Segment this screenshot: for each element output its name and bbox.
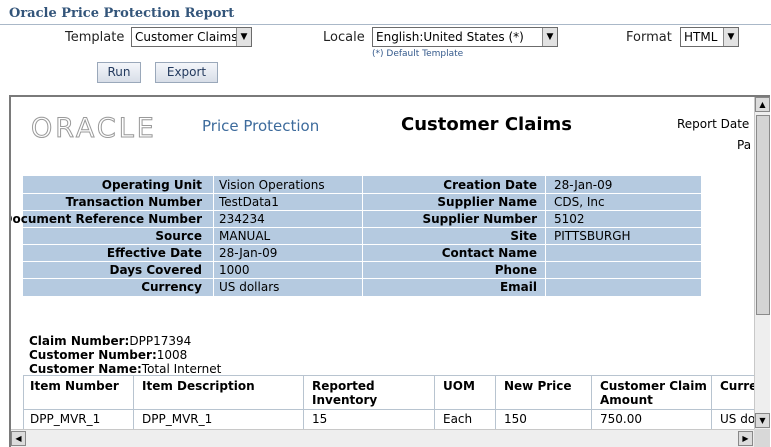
horizontal-scrollbar[interactable]: ◀ ▶ xyxy=(11,429,754,447)
report-frame[interactable]: ORACLE Price Protection Customer Claims … xyxy=(9,95,770,447)
claim-number-value: DPP17394 xyxy=(129,334,192,348)
title-divider xyxy=(0,24,771,25)
claim-header-table: Operating Unit Vision Operations Transac… xyxy=(11,176,702,296)
default-template-hint: (*) Default Template xyxy=(372,49,464,59)
table-cell-item-number: DPP_MVR_1 xyxy=(30,412,101,426)
table-cell-uom: Each xyxy=(443,412,473,426)
supplier-name-value: CDS, Inc xyxy=(554,195,605,209)
currency-value: US dollars xyxy=(219,280,280,294)
col-header-item-number: Item Number xyxy=(30,379,119,393)
report-name: Customer Claims xyxy=(401,114,572,135)
chevron-down-icon: ▼ xyxy=(236,28,251,46)
format-label: Format xyxy=(626,30,672,45)
col-header-customer-claim-amount: Customer Claim Amount xyxy=(600,379,707,407)
format-select-value: HTML xyxy=(684,30,718,44)
page-number-label: Pa xyxy=(737,138,752,152)
source-label: Source xyxy=(155,229,202,243)
table-cell-new-price: 150 xyxy=(504,412,527,426)
customer-name-label: Customer Name: xyxy=(29,362,142,376)
chevron-down-icon: ▼ xyxy=(723,28,738,46)
arrow-right-icon[interactable]: ▶ xyxy=(738,431,753,446)
transaction-number-value: TestData1 xyxy=(219,195,279,209)
col-header-uom: UOM xyxy=(443,379,475,393)
col-header-reported-inventory: Reported Inventory xyxy=(312,379,378,407)
scrollbar-corner xyxy=(754,429,770,447)
claim-number-label: Claim Number: xyxy=(29,334,130,348)
document-reference-value: 234234 xyxy=(219,212,265,226)
source-value: MANUAL xyxy=(219,229,271,243)
arrow-up-icon[interactable]: ▲ xyxy=(755,97,770,112)
operating-unit-value: Vision Operations xyxy=(219,178,325,192)
table-cell-item-description: DPP_MVR_1 xyxy=(142,412,213,426)
customer-number-line: Customer Number:1008 xyxy=(29,348,187,362)
claim-number-line: Claim Number:DPP17394 xyxy=(29,334,191,348)
creation-date-value: 28-Jan-09 xyxy=(554,178,613,192)
customer-number-label: Customer Number: xyxy=(29,348,157,362)
report-date-label: Report Date xyxy=(677,117,750,131)
table-cell-reported-inventory: 15 xyxy=(312,412,328,426)
supplier-number-label: Supplier Number xyxy=(422,212,537,226)
col-header-new-price: New Price xyxy=(504,379,572,393)
customer-number-value: 1008 xyxy=(156,348,188,362)
locale-select-value: English:United States (*) xyxy=(376,30,524,44)
phone-label: Phone xyxy=(494,263,537,277)
contact-name-label: Contact Name xyxy=(441,246,537,260)
col-header-currency: Currenc xyxy=(720,379,754,393)
effective-date-value: 28-Jan-09 xyxy=(219,246,278,260)
template-select-value: Customer Claims xyxy=(135,30,238,44)
arrow-down-icon[interactable]: ▼ xyxy=(755,413,770,428)
supplier-number-value: 5102 xyxy=(554,212,585,226)
page-title: Oracle Price Protection Report xyxy=(9,6,235,21)
operating-unit-label: Operating Unit xyxy=(101,178,202,192)
site-value: PITTSBURGH xyxy=(554,229,631,243)
vertical-scroll-thumb[interactable] xyxy=(756,115,770,315)
customer-name-line: Customer Name:Total Internet xyxy=(29,362,221,376)
template-label: Template xyxy=(65,30,125,45)
customer-name-value: Total Internet xyxy=(141,362,222,376)
effective-date-label: Effective Date xyxy=(106,246,202,260)
col-header-item-description: Item Description xyxy=(142,379,255,393)
site-label: Site xyxy=(510,229,537,243)
days-covered-label: Days Covered xyxy=(109,263,203,277)
email-label: Email xyxy=(499,280,537,294)
export-button[interactable]: Export xyxy=(155,62,218,83)
supplier-name-label: Supplier Name xyxy=(437,195,537,209)
vertical-scrollbar[interactable]: ▲ ▼ xyxy=(754,97,770,429)
run-button[interactable]: Run xyxy=(97,62,141,83)
creation-date-label: Creation Date xyxy=(443,178,537,192)
days-covered-value: 1000 xyxy=(219,263,250,277)
transaction-number-label: Transaction Number xyxy=(65,195,202,209)
locale-select[interactable]: English:United States (*) ▼ xyxy=(372,27,558,47)
currency-label: Currency xyxy=(141,280,202,294)
claim-lines-table: Item Number Item Description Reported In… xyxy=(23,375,754,429)
report-subtitle: Price Protection xyxy=(202,117,320,135)
table-cell-claim-amount: 750.00 xyxy=(600,412,642,426)
document-reference-label: Document Reference Number xyxy=(11,212,202,226)
oracle-logo: ORACLE xyxy=(31,113,157,145)
chevron-down-icon: ▼ xyxy=(542,28,557,46)
arrow-left-icon[interactable]: ◀ xyxy=(11,431,26,446)
table-cell-currency: US doll xyxy=(720,412,754,426)
format-select[interactable]: HTML ▼ xyxy=(680,27,739,47)
template-select[interactable]: Customer Claims ▼ xyxy=(131,27,252,47)
report-content: ORACLE Price Protection Customer Claims … xyxy=(11,97,754,429)
locale-label: Locale xyxy=(323,30,365,45)
